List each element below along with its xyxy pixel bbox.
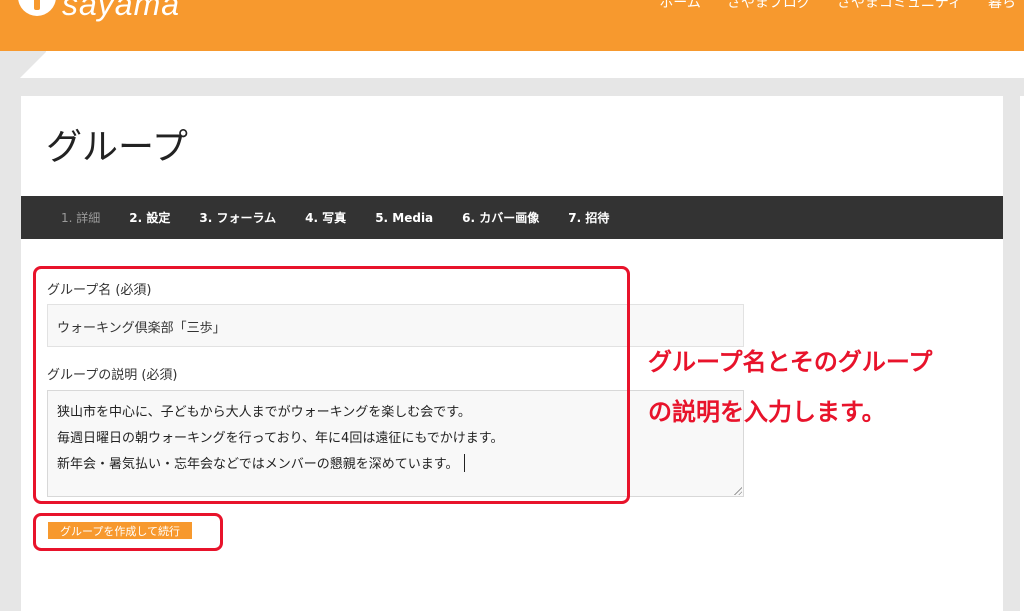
nav-item-community[interactable]: さやまコミュニティ xyxy=(837,0,962,12)
nav-item-home[interactable]: ホーム xyxy=(659,0,701,12)
tab-cover-image[interactable]: 6. カバー画像 xyxy=(462,209,539,226)
tab-photos[interactable]: 4. 写真 xyxy=(305,209,346,226)
site-logo[interactable]: sayama xyxy=(62,0,180,23)
annotation-box-form xyxy=(33,266,630,504)
annotation-text-line: グループ名とそのグループ xyxy=(648,348,933,376)
annotation-box-button xyxy=(33,513,223,551)
tab-media[interactable]: 5. Media xyxy=(375,211,433,225)
resize-handle-icon[interactable] xyxy=(733,486,742,495)
logo-icon[interactable] xyxy=(18,0,56,16)
subheader-strip-white xyxy=(46,51,1024,78)
tab-invite[interactable]: 7. 招待 xyxy=(568,209,609,226)
nav-item-blog[interactable]: さやまブログ xyxy=(727,0,811,12)
top-nav: ホーム さやまブログ さやまコミュニティ 暮ら xyxy=(659,0,1016,12)
tab-details[interactable]: 1. 詳細 xyxy=(61,209,100,226)
tab-settings[interactable]: 2. 設定 xyxy=(129,209,170,226)
sidebar-edge xyxy=(1020,96,1024,611)
page-title: グループ xyxy=(46,127,188,168)
site-header: sayama ホーム さやまブログ さやまコミュニティ 暮ら xyxy=(0,0,1024,51)
subheader-diagonal xyxy=(20,51,47,78)
annotation-text-line: の説明を入力します。 xyxy=(648,398,886,426)
tab-forum[interactable]: 3. フォーラム xyxy=(199,209,276,226)
step-tabs: 1. 詳細 2. 設定 3. フォーラム 4. 写真 5. Media 6. カ… xyxy=(21,196,1003,239)
nav-item-life[interactable]: 暮ら xyxy=(988,0,1016,12)
